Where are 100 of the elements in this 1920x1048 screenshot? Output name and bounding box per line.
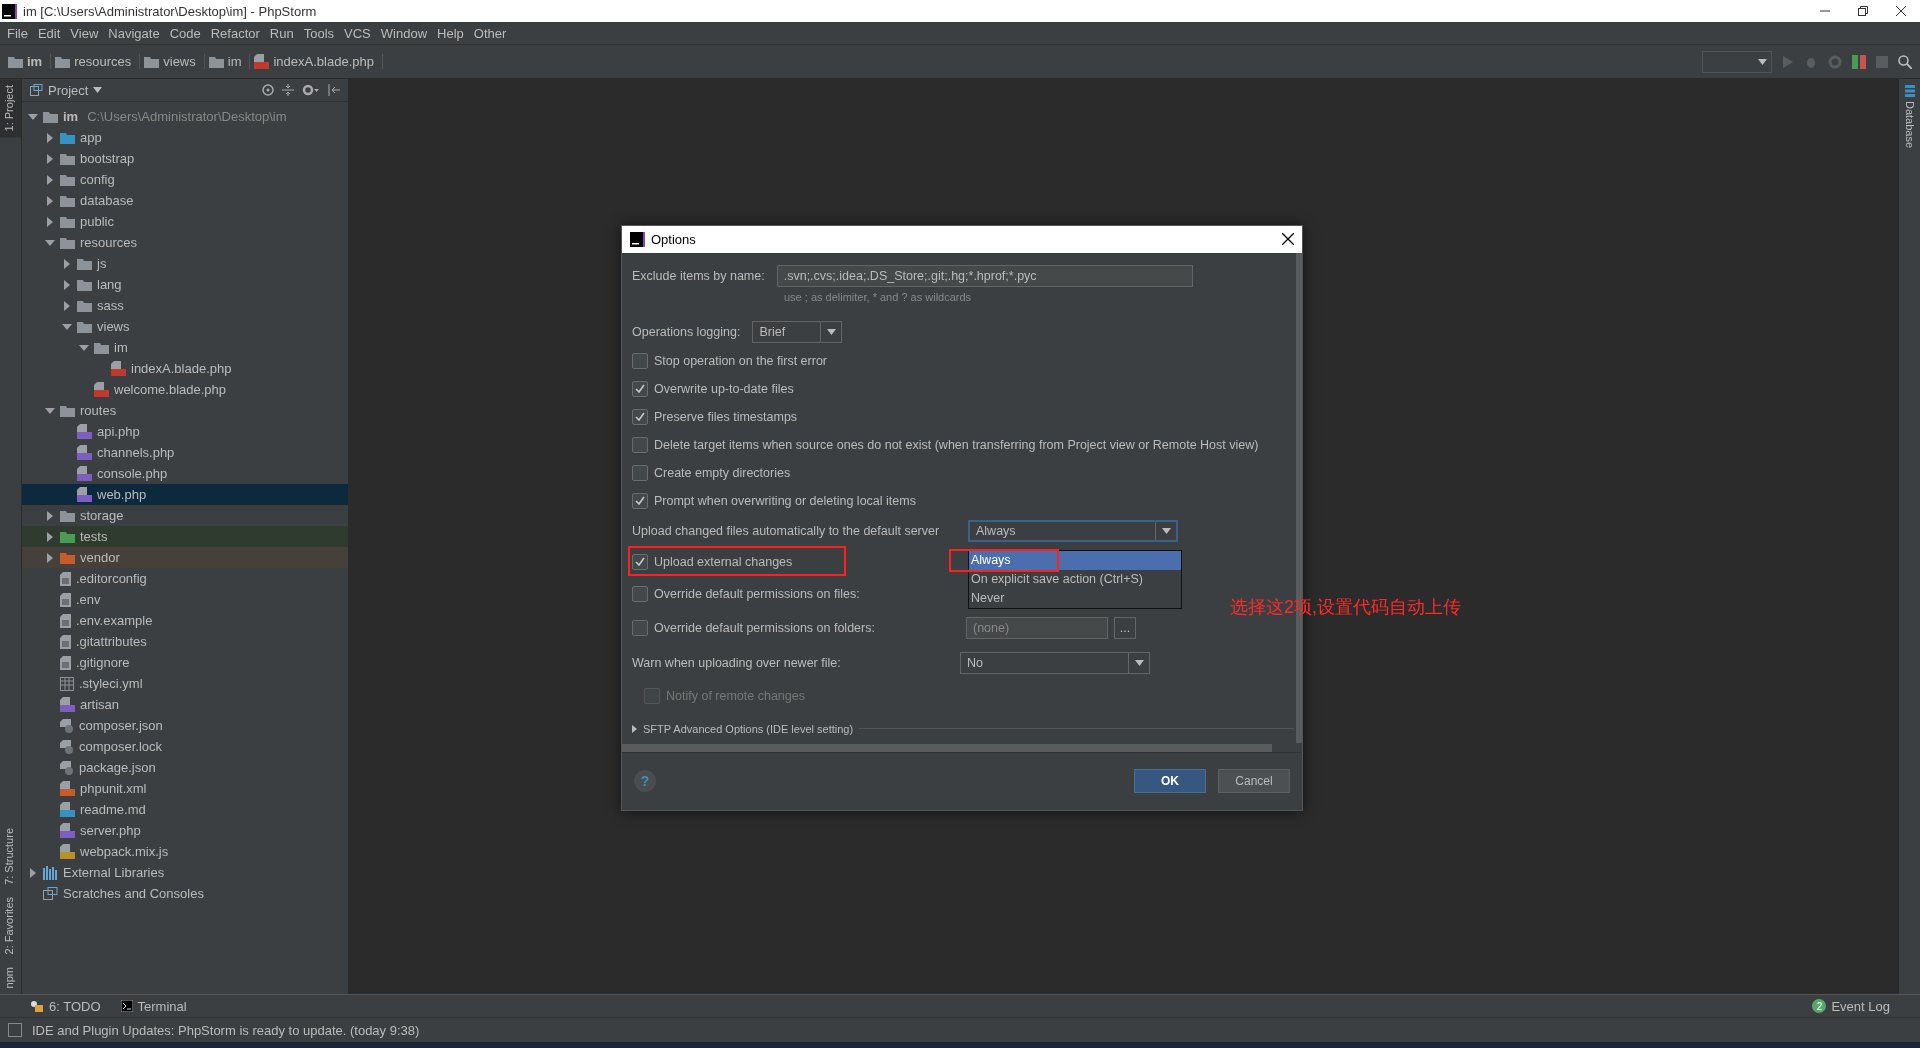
status-message[interactable]: IDE and Plugin Updates: PhpStorm is ready to update. (today 9:38) (32, 1022, 420, 1038)
collapse-arrow-icon[interactable] (45, 237, 55, 248)
status-toggle[interactable] (8, 1023, 22, 1037)
tree-item[interactable]: Scratches and Consoles (22, 883, 348, 904)
tree-item[interactable]: indexA.blade.php (22, 358, 348, 379)
expand-arrow-icon[interactable] (62, 279, 72, 290)
tree-item[interactable]: readme.md (22, 799, 348, 820)
expand-arrow-icon[interactable] (45, 153, 55, 164)
expand-arrow-icon[interactable] (45, 195, 55, 206)
menu-item[interactable]: File (2, 25, 33, 41)
collapse-all-icon[interactable] (282, 84, 294, 96)
close-icon[interactable] (1282, 233, 1294, 246)
tree-item[interactable]: web.php (22, 484, 348, 505)
section-title[interactable]: SFTP Advanced Options (IDE level setting) (643, 722, 854, 735)
tool-window-tab[interactable]: Terminal (120, 998, 187, 1014)
expand-arrow-icon[interactable] (62, 300, 72, 311)
hide-panel-icon[interactable] (328, 84, 340, 96)
cancel-button[interactable]: Cancel (1218, 769, 1290, 794)
checkbox-label[interactable]: Preserve files timestamps (654, 409, 798, 424)
checkbox-label[interactable]: Delete target items when source ones do not exist (when transferring from Project view or Remote Host view) (654, 437, 1259, 452)
menu-item[interactable]: Tools (298, 25, 340, 41)
expand-arrow-icon[interactable] (45, 132, 55, 143)
breadcrumb[interactable]: im (227, 54, 242, 69)
menu-item[interactable]: Code (164, 25, 206, 41)
database-sync-icon[interactable] (1852, 54, 1866, 69)
expand-arrow-icon[interactable] (45, 510, 55, 521)
menu-item[interactable]: Edit (32, 25, 66, 41)
menu-item[interactable]: VCS (339, 25, 376, 41)
tree-item[interactable]: im (22, 337, 348, 358)
tree-item[interactable]: routes (22, 400, 348, 421)
checkbox-label[interactable]: Upload external changes (654, 555, 793, 570)
tool-window-tab[interactable]: 2: Favorites (0, 891, 21, 961)
tree-item[interactable]: config (22, 169, 348, 190)
expand-arrow-icon[interactable] (45, 174, 55, 185)
tree-item[interactable]: sass (22, 295, 348, 316)
checkbox[interactable] (632, 492, 648, 509)
checkbox[interactable] (632, 554, 648, 571)
checkbox-label[interactable]: Create empty directories (654, 465, 791, 480)
checkbox-label[interactable]: Overwrite up-to-date files (654, 381, 794, 396)
tree-item[interactable]: lang (22, 274, 348, 295)
tree-item[interactable]: composer.lock (22, 736, 348, 757)
menu-item[interactable]: Help (432, 25, 469, 41)
tree-item[interactable]: storage (22, 505, 348, 526)
tree-item[interactable]: webpack.mix.js (22, 841, 348, 862)
dropdown-option[interactable]: Never (969, 588, 1181, 608)
tree-item[interactable]: welcome.blade.php (22, 379, 348, 400)
tree-item[interactable]: .gitignore (22, 652, 348, 673)
checkbox[interactable] (632, 380, 648, 397)
scrollbar[interactable] (622, 743, 1272, 752)
tool-window-tab[interactable]: 6: TODO (30, 998, 101, 1014)
menu-item[interactable]: Refactor (205, 25, 265, 41)
tree-item[interactable]: api.php (22, 421, 348, 442)
tree-item[interactable]: artisan (22, 694, 348, 715)
expand-arrow-icon[interactable] (62, 258, 72, 269)
close-icon[interactable] (1896, 6, 1906, 16)
logging-dropdown[interactable]: Brief (752, 320, 843, 343)
collapse-arrow-icon[interactable] (45, 405, 55, 416)
tree-item[interactable]: External Libraries (22, 862, 348, 883)
restore-icon[interactable] (1858, 6, 1868, 16)
checkbox[interactable] (632, 436, 648, 453)
menu-item[interactable]: Window (375, 25, 433, 41)
exclude-field[interactable]: .svn;.cvs;.idea;.DS_Store;.git;.hg;*.hprof;*.pyc (776, 264, 1193, 287)
tree-item[interactable]: app (22, 127, 348, 148)
browse-button[interactable]: ... (1114, 616, 1136, 639)
collapse-arrow-icon[interactable] (28, 111, 38, 122)
dropdown-option[interactable]: On explicit save action (Ctrl+S) (969, 569, 1181, 589)
tree-item[interactable]: views (22, 316, 348, 337)
expand-arrow-icon[interactable] (45, 531, 55, 542)
tree-item[interactable]: channels.php (22, 442, 348, 463)
tool-window-tab[interactable]: npm (0, 960, 21, 994)
tree-item[interactable]: .gitattributes (22, 631, 348, 652)
breadcrumb[interactable]: im (27, 54, 43, 69)
menu-item[interactable]: Other (468, 25, 512, 41)
collapse-arrow-icon[interactable] (62, 321, 72, 332)
tree-item[interactable]: resources (22, 232, 348, 253)
breadcrumb[interactable]: views (163, 54, 196, 69)
event-log-tab[interactable]: 2 Event Log (1812, 998, 1920, 1014)
tree-item[interactable]: database (22, 190, 348, 211)
menu-item[interactable]: View (65, 25, 104, 41)
checkbox-label[interactable]: Prompt when overwriting or deleting local items (654, 493, 916, 508)
panel-title[interactable]: Project (48, 82, 89, 98)
expand-arrow-icon[interactable] (45, 216, 55, 227)
tree-item[interactable]: public (22, 211, 348, 232)
tree-item[interactable]: console.php (22, 463, 348, 484)
dropdown-option[interactable]: Always (969, 550, 1181, 570)
tree-item[interactable]: .env (22, 589, 348, 610)
upload-dropdown[interactable]: Always (968, 519, 1178, 542)
breadcrumb[interactable]: indexA.blade.php (273, 54, 374, 69)
expand-arrow-icon[interactable] (28, 867, 38, 878)
tool-window-tab[interactable]: 7: Structure (0, 822, 21, 892)
gear-icon[interactable] (302, 84, 320, 96)
tree-item[interactable]: server.php (22, 820, 348, 841)
target-icon[interactable] (262, 84, 274, 96)
checkbox[interactable] (632, 619, 648, 636)
menu-item[interactable]: Run (264, 25, 299, 41)
tree-item[interactable]: js (22, 253, 348, 274)
checkbox-label[interactable]: Override default permissions on files: (654, 586, 860, 601)
tree-item[interactable]: vendor (22, 547, 348, 568)
checkbox[interactable] (632, 585, 648, 602)
checkbox[interactable] (632, 408, 648, 425)
